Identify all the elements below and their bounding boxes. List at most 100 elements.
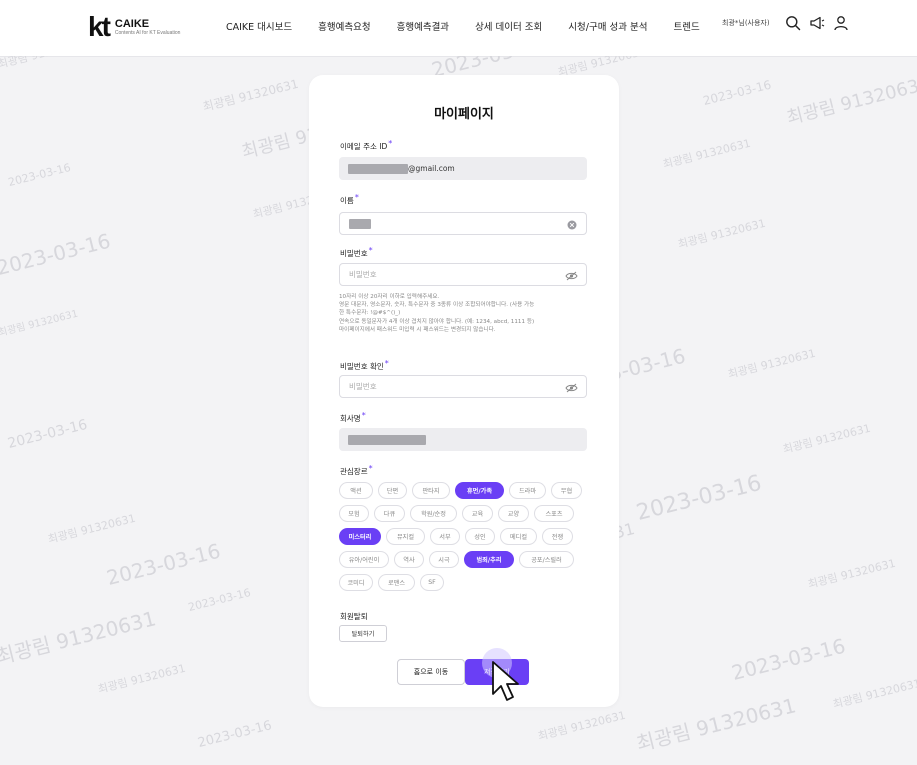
caike-logo[interactable]: kt CAIKE Contents AI for KT Evaluation	[88, 13, 180, 41]
name-field[interactable]	[339, 212, 587, 235]
withdraw-button[interactable]: 탈퇴하기	[339, 625, 387, 642]
name-label: 이름*	[340, 193, 359, 206]
company-field	[339, 428, 587, 451]
redacted-email-id	[348, 163, 408, 174]
genre-chip[interactable]: 메디컬	[500, 528, 537, 545]
eye-off-icon[interactable]	[565, 269, 578, 282]
genre-chip[interactable]: 단편	[378, 482, 407, 499]
password-help-line: 한 특수문자: !@#$^()_)	[339, 310, 401, 317]
genre-chip-selected[interactable]: 미스터리	[339, 528, 381, 545]
redacted-company	[348, 434, 426, 445]
genre-chip-group: 액션 단편 판타지 휴먼/가족 드라마 무협 모험 다큐 학원/순정 교육 교양…	[339, 482, 589, 597]
home-button[interactable]: 홈으로 이동	[397, 659, 465, 685]
user-icon[interactable]	[832, 14, 850, 32]
watermark-date: 2023-03-16	[0, 228, 113, 280]
genre-chip-selected[interactable]: 휴먼/가족	[455, 482, 504, 499]
eye-off-icon[interactable]	[565, 381, 578, 394]
genre-chip[interactable]: 시극	[429, 551, 459, 568]
genre-chip[interactable]: 서부	[430, 528, 460, 545]
nav-prediction-result[interactable]: 흥행예측결과	[397, 19, 449, 33]
genre-chip[interactable]: 교양	[498, 505, 529, 522]
genre-chip[interactable]: 로맨스	[378, 574, 415, 591]
watermark-text: 최광림 91320631	[96, 661, 187, 697]
logo-text: CAIKE Contents AI for KT Evaluation	[115, 18, 181, 37]
password-help-line: 10자리 이상 20자리 이하로 입력해주세요.	[339, 294, 440, 300]
genre-chip[interactable]: 모험	[339, 505, 369, 522]
genre-chip-row: 모험 다큐 학원/순정 교육 교양 스포츠	[339, 505, 589, 522]
genre-chip-row: 액션 단편 판타지 휴먼/가족 드라마 무협	[339, 482, 589, 499]
password-confirm-label: 비밀번호 확인*	[340, 359, 389, 372]
genre-chip[interactable]: 판타지	[412, 482, 450, 499]
megaphone-icon[interactable]	[808, 14, 826, 32]
required-mark: *	[388, 139, 393, 148]
genre-chip[interactable]: 드라마	[509, 482, 546, 499]
watermark-text: 최광림 91320631	[831, 676, 917, 712]
clear-icon[interactable]	[565, 218, 578, 231]
nav-prediction-request[interactable]: 흥행예측요청	[318, 19, 370, 33]
genre-chip[interactable]: 스포츠	[534, 505, 574, 522]
search-icon[interactable]	[784, 14, 802, 32]
genre-label-text: 관심장르	[340, 467, 368, 476]
password-label: 비밀번호*	[340, 246, 373, 259]
watermark-text: 최광림 91320631	[726, 346, 817, 382]
genre-chip[interactable]: 공포/스릴러	[519, 551, 574, 568]
nav-dashboard[interactable]: CAIKE 대시보드	[226, 19, 292, 33]
company-label: 회사명*	[340, 411, 366, 424]
required-mark: *	[384, 359, 389, 368]
nav-trend[interactable]: 트렌드	[673, 19, 699, 33]
top-header: kt CAIKE Contents AI for KT Evaluation C…	[0, 0, 917, 57]
watermark-date: 2023-03-16	[633, 470, 765, 526]
mypage-card: 마이페이지 이메일 주소 ID* @gmail.com 이름* 비밀번호* 비밀…	[309, 75, 619, 707]
password-confirm-label-text: 비밀번호 확인	[340, 362, 384, 371]
watermark-text: 최광림 91320631	[201, 76, 300, 115]
password-help-line: 마이페이지에서 패스워드 미입력 시 패스워드는 변경되지 않습니다.	[339, 326, 496, 333]
genre-chip[interactable]: SF	[420, 574, 444, 591]
genre-chip[interactable]: 뮤지컬	[386, 528, 425, 545]
password-field[interactable]: 비밀번호	[339, 263, 587, 286]
genre-chip[interactable]: 성인	[465, 528, 495, 545]
genre-chip[interactable]: 액션	[339, 482, 373, 499]
genre-chip[interactable]: 코미디	[339, 574, 373, 591]
genre-chip-row: 코미디 로맨스 SF	[339, 574, 589, 591]
genre-chip[interactable]: 다큐	[374, 505, 405, 522]
nav-detail-data[interactable]: 상세 데이터 조회	[475, 19, 542, 33]
page-title: 마이페이지	[434, 107, 494, 122]
password-confirm-field[interactable]: 비밀번호	[339, 375, 587, 398]
watermark-date: 2023-03-16	[104, 538, 223, 590]
genre-chip[interactable]: 무협	[551, 482, 582, 499]
email-label: 이메일 주소 ID*	[340, 139, 393, 152]
watermark-text: 최광림 91320631	[0, 56, 87, 72]
watermark-text: 최광림 91320631	[0, 308, 80, 339]
email-field: @gmail.com	[339, 157, 587, 180]
main-nav: CAIKE 대시보드 흥행예측요청 흥행예측결과 상세 데이터 조회 시청/구매…	[226, 19, 700, 33]
password-help-line: 영문 대문자, 영소문자, 숫자, 특수문자 중 3종류 이상 조합되어야합니다…	[339, 302, 535, 309]
logo-name: CAIKE	[114, 17, 150, 30]
genre-chip-selected[interactable]: 범죄/추리	[464, 551, 514, 568]
genre-label: 관심장르*	[340, 464, 373, 477]
required-mark: *	[361, 411, 366, 420]
email-suffix: @gmail.com	[408, 164, 455, 173]
watermark-text: 최광림 91320631	[676, 216, 767, 252]
password-help-line: 연속으로 동일문자가 4개 이상 겹치지 않아야 합니다. (예: 1234, …	[339, 318, 535, 325]
watermark-text: 최광림 91320631	[781, 421, 872, 457]
genre-chip-row: 유아/어린이 역사 시극 범죄/추리 공포/스릴러	[339, 551, 589, 568]
genre-chip[interactable]: 유아/어린이	[339, 551, 389, 568]
watermark-date: 2023-03-16	[701, 77, 773, 108]
watermark-date: 2023-03-16	[6, 416, 89, 452]
nav-view-purchase-analysis[interactable]: 시청/구매 성과 분석	[568, 19, 647, 33]
user-name[interactable]: 최광*님(사용자)	[722, 18, 770, 28]
genre-chip[interactable]: 역사	[394, 551, 424, 568]
genre-chip[interactable]: 학원/순정	[410, 505, 457, 522]
withdraw-label: 회원탈퇴	[340, 612, 368, 621]
watermark-text: 최광림 91320631	[46, 511, 137, 547]
logo-subtitle: Contents AI for KT Evaluation	[114, 29, 181, 36]
genre-chip[interactable]: 교육	[462, 505, 493, 522]
watermark-date: 2023-03-16	[729, 633, 848, 685]
required-mark: *	[368, 246, 373, 255]
kt-logo-mark: kt	[88, 11, 111, 42]
save-button[interactable]: 저장하기	[465, 659, 529, 685]
redacted-name	[349, 218, 371, 229]
watermark-date: 2023-03-16	[6, 160, 73, 189]
password-help: 10자리 이상 20자리 이하로 입력해주세요. 영문 대문자, 영소문자, 숫…	[339, 293, 589, 334]
genre-chip[interactable]: 전쟁	[542, 528, 573, 545]
